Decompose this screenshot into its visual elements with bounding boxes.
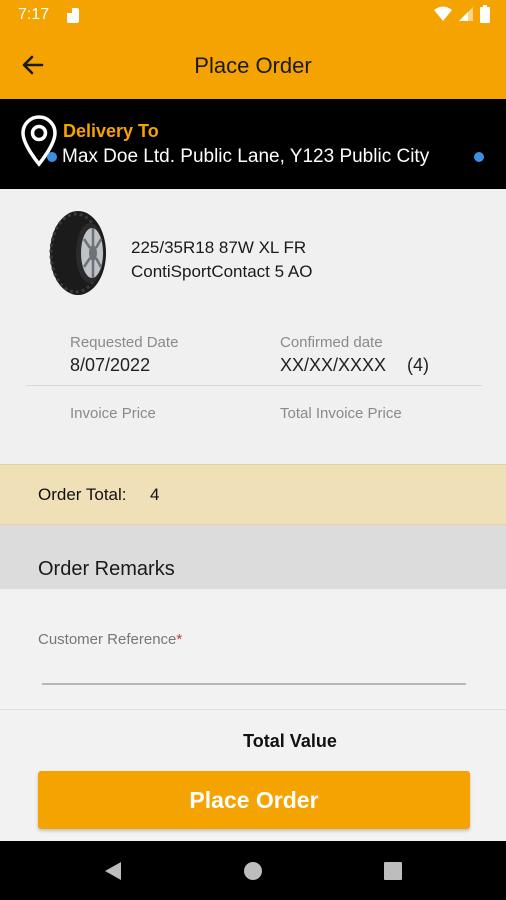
confirmed-date-value: XX/XX/XXXX <box>280 355 387 375</box>
nav-home-icon[interactable] <box>241 859 265 883</box>
wifi-icon <box>434 6 452 21</box>
system-icons <box>434 5 490 23</box>
invoice-price-label: Invoice Price <box>70 405 156 422</box>
sd-card-icon <box>67 8 79 23</box>
order-remarks-header: Order Remarks <box>0 525 506 589</box>
product-size: 225/35R18 87W XL FR <box>131 238 307 257</box>
status-bar: 7:17 <box>0 0 506 30</box>
order-remarks-title: Order Remarks <box>38 558 175 580</box>
app-bar: Place Order <box>0 30 506 99</box>
required-asterisk: * <box>176 631 183 648</box>
order-total-label: Order Total: <box>38 485 127 504</box>
confirmed-date-label: Confirmed date <box>280 334 383 351</box>
customer-reference-label: Customer Reference* <box>38 631 182 648</box>
delivery-address: Max Doe Ltd. Public Lane, Y123 Public Ci… <box>62 146 430 167</box>
product-description: 225/35R18 87W XL FR ContiSportContact 5 … <box>131 236 312 284</box>
nav-back-icon[interactable] <box>101 859 125 883</box>
address-start-dot <box>47 152 57 162</box>
card-divider <box>26 385 482 386</box>
delivery-banner[interactable]: Delivery To Max Doe Ltd. Public Lane, Y1… <box>0 99 506 189</box>
tyre-image <box>49 211 106 295</box>
address-end-dot <box>474 152 484 162</box>
page-title: Place Order <box>194 53 312 78</box>
product-name: ContiSportContact 5 AO <box>131 262 313 281</box>
order-total-band: Order Total: 4 <box>0 464 506 525</box>
total-value-label: Total Value <box>243 731 337 751</box>
confirmed-quantity: (4) <box>407 355 429 375</box>
battery-icon <box>480 5 490 23</box>
customer-reference-label-text: Customer Reference <box>38 631 177 648</box>
remarks-form: Customer Reference* <box>0 589 506 709</box>
order-summary: Total Value Place Order <box>0 710 506 841</box>
total-invoice-price-label: Total Invoice Price <box>280 405 402 422</box>
requested-date-value: 8/07/2022 <box>70 355 151 375</box>
nav-recents-icon[interactable] <box>381 859 405 883</box>
delivery-label: Delivery To <box>63 121 159 141</box>
cell-signal-icon <box>459 7 473 21</box>
order-total-value: 4 <box>150 485 160 504</box>
requested-date-label: Requested Date <box>70 334 179 351</box>
customer-reference-input[interactable] <box>42 655 466 685</box>
place-order-button[interactable]: Place Order <box>38 771 470 829</box>
order-item-card: 225/35R18 87W XL FR ContiSportContact 5 … <box>0 189 506 464</box>
system-nav-bar <box>0 841 506 900</box>
status-time: 7:17 <box>18 6 50 23</box>
